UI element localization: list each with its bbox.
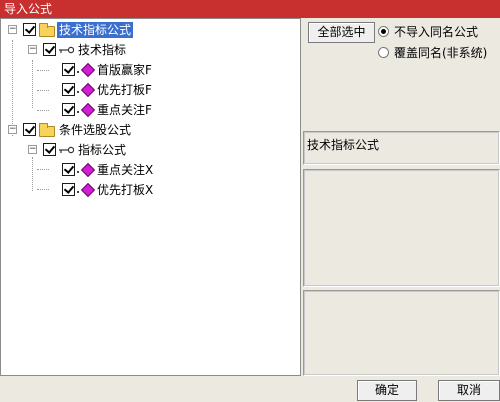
radio-skip-indicator[interactable] [378, 26, 389, 37]
bullet-icon [77, 111, 79, 113]
radio-skip-label: 不导入同名公式 [394, 25, 479, 39]
tree-item[interactable]: 首版赢家F [1, 61, 301, 79]
tree-group-tech[interactable]: − 技术指标公式 [1, 21, 301, 39]
folder-icon [39, 123, 55, 137]
subgroup-label[interactable]: 技术指标 [78, 42, 126, 58]
key-icon [59, 146, 74, 154]
item-checkbox[interactable] [62, 63, 75, 76]
item-label[interactable]: 重点关注X [97, 162, 153, 178]
folder-icon [39, 23, 55, 37]
radio-overwrite-indicator[interactable] [378, 47, 389, 58]
subgroup-checkbox[interactable] [43, 43, 56, 56]
tree-item[interactable]: 优先打板F [1, 81, 301, 99]
collapse-icon[interactable]: − [8, 25, 17, 34]
window-title: 导入公式 [4, 2, 53, 16]
subgroup-label[interactable]: 指标公式 [78, 142, 126, 158]
select-all-button[interactable]: 全部选中 [308, 22, 375, 43]
item-checkbox[interactable] [62, 163, 75, 176]
radio-overwrite[interactable]: 覆盖同名(非系统) [378, 45, 498, 61]
ok-button[interactable]: 确定 [357, 380, 417, 401]
cancel-button[interactable]: 取消 [438, 380, 500, 401]
collapse-icon[interactable]: − [28, 45, 37, 54]
formula-diamond-icon [80, 162, 96, 178]
item-label[interactable]: 重点关注F [97, 102, 152, 118]
formula-diamond-icon [80, 182, 96, 198]
group-label[interactable]: 技术指标公式 [57, 22, 134, 38]
title-bar[interactable]: 导入公式 [0, 0, 500, 18]
item-checkbox[interactable] [62, 103, 75, 116]
tree-item[interactable]: 优先打板X [1, 181, 301, 199]
options-panel: 全部选中 不导入同名公式 覆盖同名(非系统) 技术指标公式 [303, 18, 500, 376]
item-checkbox[interactable] [62, 83, 75, 96]
formula-name-box: 技术指标公式 [303, 131, 500, 165]
formula-description-box [303, 169, 500, 287]
formula-name-text: 技术指标公式 [307, 138, 380, 152]
tree-item[interactable]: 重点关注F [1, 101, 301, 119]
collapse-icon[interactable]: − [28, 145, 37, 154]
formula-diamond-icon [80, 62, 96, 78]
radio-skip-duplicates[interactable]: 不导入同名公式 [378, 24, 498, 40]
bullet-icon [77, 71, 79, 73]
group-label[interactable]: 条件选股公式 [59, 122, 131, 138]
formula-diamond-icon [80, 102, 96, 118]
collapse-icon[interactable]: − [8, 125, 17, 134]
tree-group-screening[interactable]: − 条件选股公式 [1, 121, 301, 139]
item-label[interactable]: 首版赢家F [97, 62, 152, 78]
tree-subgroup-screening[interactable]: − 指标公式 [1, 141, 301, 159]
tree-subgroup-tech[interactable]: − 技术指标 [1, 41, 301, 59]
item-checkbox[interactable] [62, 183, 75, 196]
formula-tree[interactable]: − 技术指标公式 − 技术指标 首版赢家F 优先打板F 重点关注F − 条件选股… [0, 18, 301, 376]
key-icon [59, 46, 74, 54]
radio-overwrite-label: 覆盖同名(非系统) [394, 46, 488, 60]
subgroup-checkbox[interactable] [43, 143, 56, 156]
item-label[interactable]: 优先打板F [97, 82, 152, 98]
formula-extra-box [303, 290, 500, 376]
formula-diamond-icon [80, 82, 96, 98]
tree-item[interactable]: 重点关注X [1, 161, 301, 179]
group-checkbox[interactable] [23, 23, 36, 36]
bullet-icon [77, 191, 79, 193]
group-checkbox[interactable] [23, 123, 36, 136]
item-label[interactable]: 优先打板X [97, 182, 153, 198]
bullet-icon [77, 171, 79, 173]
bullet-icon [77, 91, 79, 93]
